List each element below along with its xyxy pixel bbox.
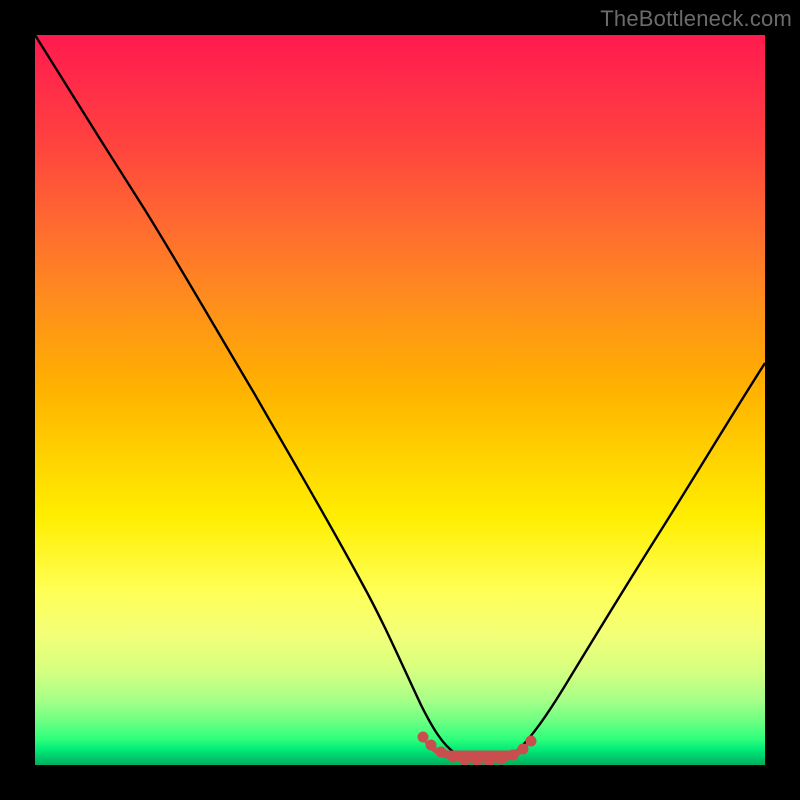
chart-frame: TheBottleneck.com [0,0,800,800]
bottleneck-curve [35,35,765,761]
optimal-zone [418,732,536,765]
watermark-text: TheBottleneck.com [600,6,792,32]
curve-layer [35,35,765,765]
plot-area [35,35,765,765]
